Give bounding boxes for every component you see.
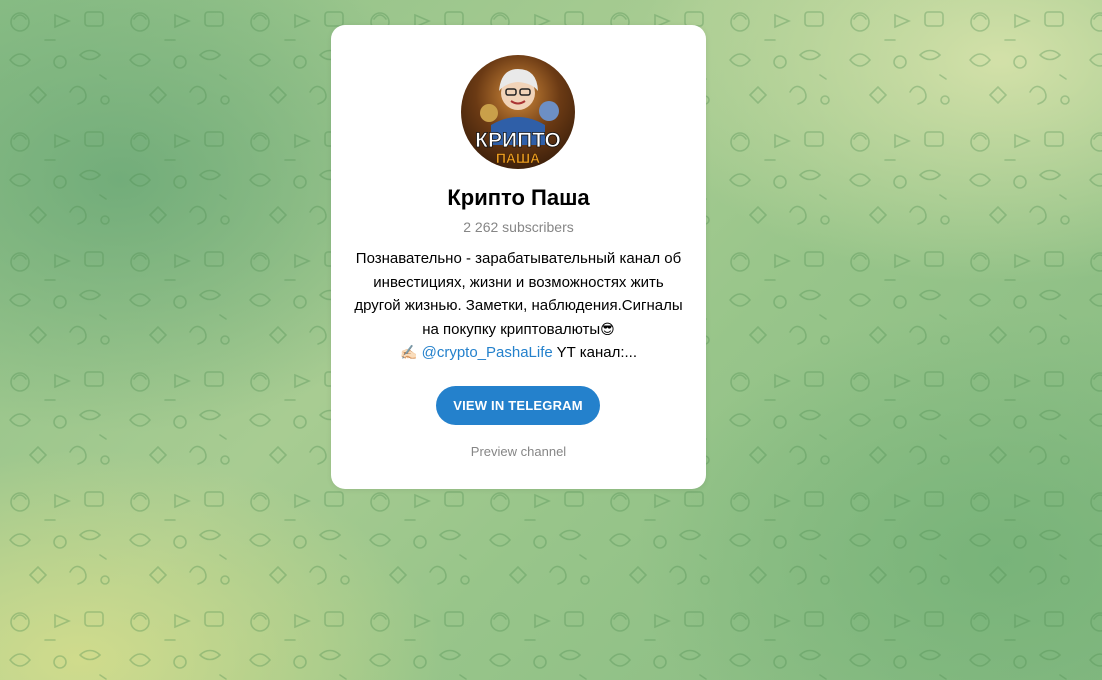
writing-hand-emoji-icon: ✍🏻 (400, 344, 418, 360)
channel-avatar: КРИПТО ПАША (461, 55, 575, 169)
channel-card: КРИПТО ПАША Крипто Паша 2 262 subscriber… (331, 25, 706, 489)
avatar-text-bottom: ПАША (496, 150, 540, 166)
description-line-5-rest: YT канал:... (552, 344, 637, 361)
description-line-4-text: на покупку криптовалюты (422, 320, 601, 338)
description-line-3: другой жизнью. Заметки, наблюдения.Сигна… (354, 297, 683, 314)
description-line-5: ✍🏻 @crypto_PashaLife YT канал:... (345, 341, 692, 365)
avatar-text-top: КРИПТО (475, 129, 561, 152)
description-line-1: Познавательно - зарабатывательный канал … (355, 250, 682, 267)
description-line-2: инвестициях, жизни и возможностях жить (373, 273, 664, 291)
channel-title: Крипто Паша (447, 185, 590, 210)
description-line-4: на покупку криптовалюты😎 (345, 318, 692, 342)
preview-channel-link[interactable]: Preview channel (331, 444, 706, 459)
channel-mention-link[interactable]: @crypto_PashaLife (422, 344, 553, 361)
subscriber-count: 2 262 subscribers (463, 219, 574, 235)
view-in-telegram-button[interactable]: VIEW IN TELEGRAM (436, 386, 600, 425)
channel-description: Познавательно - зарабатывательный канал … (345, 247, 692, 365)
sunglasses-emoji-icon: 😎 (600, 320, 615, 337)
